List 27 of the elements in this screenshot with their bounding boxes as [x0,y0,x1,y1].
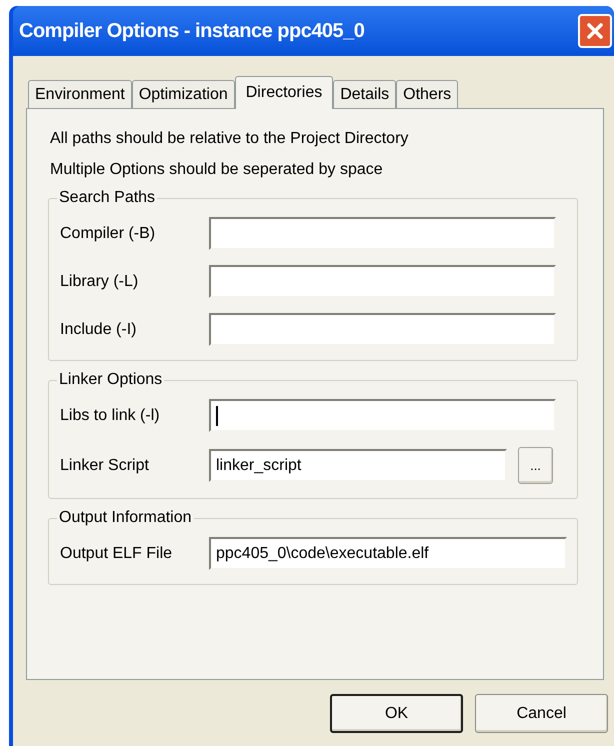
tab[interactable]: Directories [234,76,334,109]
dialog-button[interactable]: Cancel [475,694,608,733]
instruction-text: Multiple Options should be seperated by space [49,160,384,180]
tab[interactable]: Others [396,80,458,108]
text-field[interactable]: linker_script [209,449,507,482]
group-title: Output Information [57,508,194,528]
browse-button[interactable]: ... [518,447,553,484]
field-label: Include (-I) [60,320,138,340]
field-label: Libs to link (-l) [60,406,161,426]
text-field[interactable] [209,399,556,432]
dialog-button[interactable]: OK [330,694,463,733]
instruction-text: All paths should be relative to the Project Directory [49,129,410,149]
field-label: Linker Script [60,456,150,476]
close-button[interactable] [578,14,612,48]
tab[interactable]: Details [333,80,396,108]
window-title: Compiler Options - instance ppc405_0 [19,19,364,44]
field-label: Compiler (-B) [60,224,156,244]
text-field[interactable] [209,217,556,250]
text-field[interactable] [209,265,556,298]
tab[interactable]: Optimization [132,80,235,108]
close-icon [585,21,605,41]
tab[interactable]: Environment [28,80,132,108]
text-field[interactable]: ppc405_0\code\executable.elf [209,537,567,570]
field-label: Output ELF File [60,544,174,564]
field-label: Library (-L) [60,272,140,292]
group-title: Linker Options [57,370,164,390]
text-field[interactable] [209,313,556,346]
